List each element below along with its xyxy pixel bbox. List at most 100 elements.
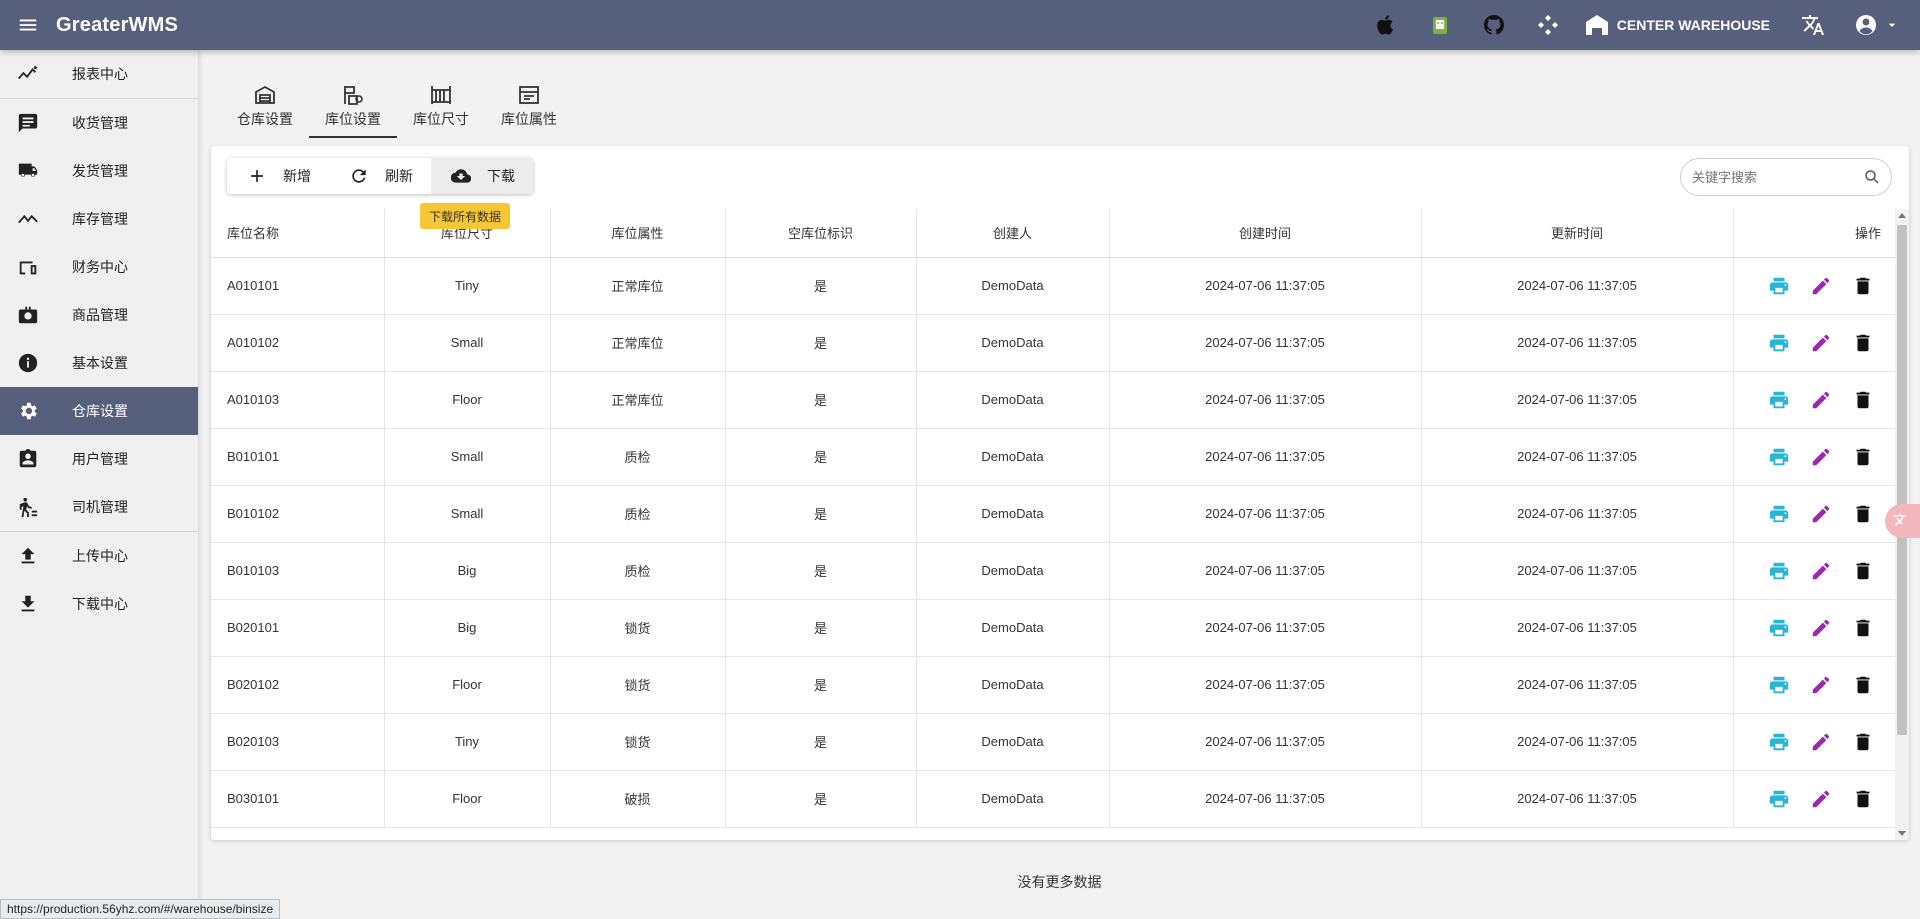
print-button[interactable]: [1767, 445, 1791, 469]
scroll-up-arrow[interactable]: [1898, 213, 1906, 218]
tab-bin-property[interactable]: 库位属性: [485, 74, 573, 138]
column-header-empty-label[interactable]: 空库位标识: [725, 209, 917, 258]
edit-button[interactable]: [1809, 445, 1833, 469]
edit-button[interactable]: [1809, 388, 1833, 412]
column-header-bin-property[interactable]: 库位属性: [550, 209, 726, 258]
github-button[interactable]: [1467, 0, 1521, 50]
add-button[interactable]: 新增: [227, 158, 329, 194]
column-header-bin-name[interactable]: 库位名称: [211, 209, 385, 258]
delete-button[interactable]: [1851, 331, 1875, 355]
android-button[interactable]: [1413, 0, 1467, 50]
cell-bin-size: Small: [384, 485, 551, 543]
sidebar-item-goods[interactable]: 商品管理: [0, 291, 198, 339]
trash-icon: [1856, 562, 1870, 579]
delete-button[interactable]: [1851, 616, 1875, 640]
api-button[interactable]: [1521, 0, 1575, 50]
search-input[interactable]: [1692, 169, 1852, 185]
tab-label: 库位属性: [501, 111, 557, 127]
edit-button[interactable]: [1809, 274, 1833, 298]
delete-button[interactable]: [1851, 730, 1875, 754]
delete-button[interactable]: [1851, 274, 1875, 298]
download-tooltip: 下载所有数据: [420, 203, 511, 229]
table-row[interactable]: A010103 Floor 正常库位是 DemoData 2024-07-06 11:3…: [211, 371, 1896, 429]
table-row[interactable]: B020103 Tiny 锁货是 DemoData 2024-07-06 11:37:0…: [211, 713, 1895, 771]
print-button[interactable]: [1767, 787, 1791, 811]
search-box[interactable]: [1680, 158, 1892, 196]
edit-button[interactable]: [1809, 730, 1833, 754]
warehouse-selector[interactable]: CENTER WAREHOUSE: [1575, 0, 1786, 50]
print-button[interactable]: [1767, 388, 1791, 412]
column-header-creator[interactable]: 创建人: [916, 209, 1110, 258]
pencil-icon: [1812, 619, 1830, 636]
cell-creator: DemoData: [916, 713, 1110, 771]
table-row[interactable]: A010102 Small 正常库位是 DemoData 2024-07-06 11:3…: [211, 314, 1895, 372]
column-header-update-time[interactable]: 更新时间: [1421, 209, 1734, 258]
sidebar-item-warehouse-settings[interactable]: 仓库设置: [0, 387, 198, 435]
edit-button[interactable]: [1809, 559, 1833, 583]
cell-update-time: 2024-07-06 11:37:05: [1421, 314, 1734, 372]
floating-translate-button[interactable]: [1885, 504, 1920, 538]
table-row[interactable]: B010103 Big 质检是 DemoData 2024-07-06 11:37:05…: [211, 542, 1895, 600]
delete-button[interactable]: [1851, 673, 1875, 697]
print-button[interactable]: [1767, 559, 1791, 583]
delete-button[interactable]: [1851, 559, 1875, 583]
cell-create-time: 2024-07-06 11:37:05: [1109, 713, 1422, 771]
cell-creator: DemoData: [916, 542, 1110, 600]
sidebar-item-drivers[interactable]: 司机管理: [0, 483, 198, 531]
cell-bin-size: Tiny: [384, 257, 551, 315]
pencil-icon: [1812, 505, 1830, 522]
delete-button[interactable]: [1851, 787, 1875, 811]
refresh-button[interactable]: 刷新: [329, 158, 431, 194]
print-button[interactable]: [1767, 673, 1791, 697]
edit-button[interactable]: [1809, 616, 1833, 640]
scroll-down-arrow[interactable]: [1898, 831, 1906, 836]
cloud-download-icon: [451, 169, 471, 183]
sidebar-item-shipping[interactable]: 发货管理: [0, 147, 198, 195]
table-row[interactable]: B010102 Small 质检是 DemoData 2024-07-06 11:37:…: [211, 485, 1895, 543]
print-button[interactable]: [1767, 274, 1791, 298]
sidebar-item-upload[interactable]: 上传中心: [0, 532, 198, 580]
tab-bin-size[interactable]: 库位尺寸: [397, 74, 485, 138]
sidebar-item-receiving[interactable]: 收货管理: [0, 99, 198, 147]
column-header-create-time[interactable]: 创建时间: [1109, 209, 1422, 258]
sidebar-item-users[interactable]: 用户管理: [0, 435, 198, 483]
download-button[interactable]: 下载: [431, 158, 533, 194]
bin-list-card: 新增 刷新 下载 下载所有数据 库位名称 库位尺寸 库位属性 空库位标识: [211, 146, 1909, 840]
edit-button[interactable]: [1809, 502, 1833, 526]
scroll-thumb[interactable]: [1897, 225, 1907, 735]
delete-button[interactable]: [1851, 445, 1875, 469]
search-icon[interactable]: [1863, 168, 1881, 186]
table-row[interactable]: B020102 Floor 锁货是 DemoData 2024-07-06 11:37:…: [211, 656, 1895, 714]
sidebar-item-inventory[interactable]: 库存管理: [0, 195, 198, 243]
table-row[interactable]: B010101 Small 质检是 DemoData 2024-07-06 11:37:…: [211, 428, 1895, 486]
apple-button[interactable]: [1359, 0, 1413, 50]
delete-button[interactable]: [1851, 388, 1875, 412]
account-menu[interactable]: [1840, 13, 1900, 37]
print-button[interactable]: [1767, 730, 1791, 754]
table-row[interactable]: A010101 Tiny 正常库位是 DemoData 2024-07-06 11:37…: [211, 257, 1895, 315]
edit-button[interactable]: [1809, 331, 1833, 355]
sidebar-item-basic-settings[interactable]: 基本设置: [0, 339, 198, 387]
print-button[interactable]: [1767, 331, 1791, 355]
cell-bin-size: Big: [384, 542, 551, 600]
tab-bin-settings[interactable]: 库位设置: [309, 74, 397, 138]
menu-toggle-button[interactable]: [0, 0, 56, 50]
edit-button[interactable]: [1809, 787, 1833, 811]
plus-icon: [251, 170, 263, 182]
menu-icon: [19, 19, 37, 31]
sidebar-item-finance[interactable]: 财务中心: [0, 243, 198, 291]
print-button[interactable]: [1767, 616, 1791, 640]
language-button[interactable]: [1786, 0, 1840, 50]
print-button[interactable]: [1767, 502, 1791, 526]
tab-warehouse-settings[interactable]: 仓库设置: [221, 74, 309, 138]
sidebar-item-reports[interactable]: 报表中心: [0, 50, 198, 98]
delete-button[interactable]: [1851, 502, 1875, 526]
sidebar-item-label: 上传中心: [72, 548, 128, 564]
edit-button[interactable]: [1809, 673, 1833, 697]
table-row[interactable]: B030101 Floor 破损是 DemoData 2024-07-06 11:37:…: [211, 770, 1895, 828]
sidebar-item-label: 发货管理: [72, 163, 128, 179]
sidebar-item-download[interactable]: 下载中心: [0, 580, 198, 628]
trash-icon: [1856, 790, 1870, 807]
table-row[interactable]: B020101 Big 锁货是 DemoData 2024-07-06 11:37:05…: [211, 599, 1895, 657]
row-actions: [1734, 388, 1896, 412]
